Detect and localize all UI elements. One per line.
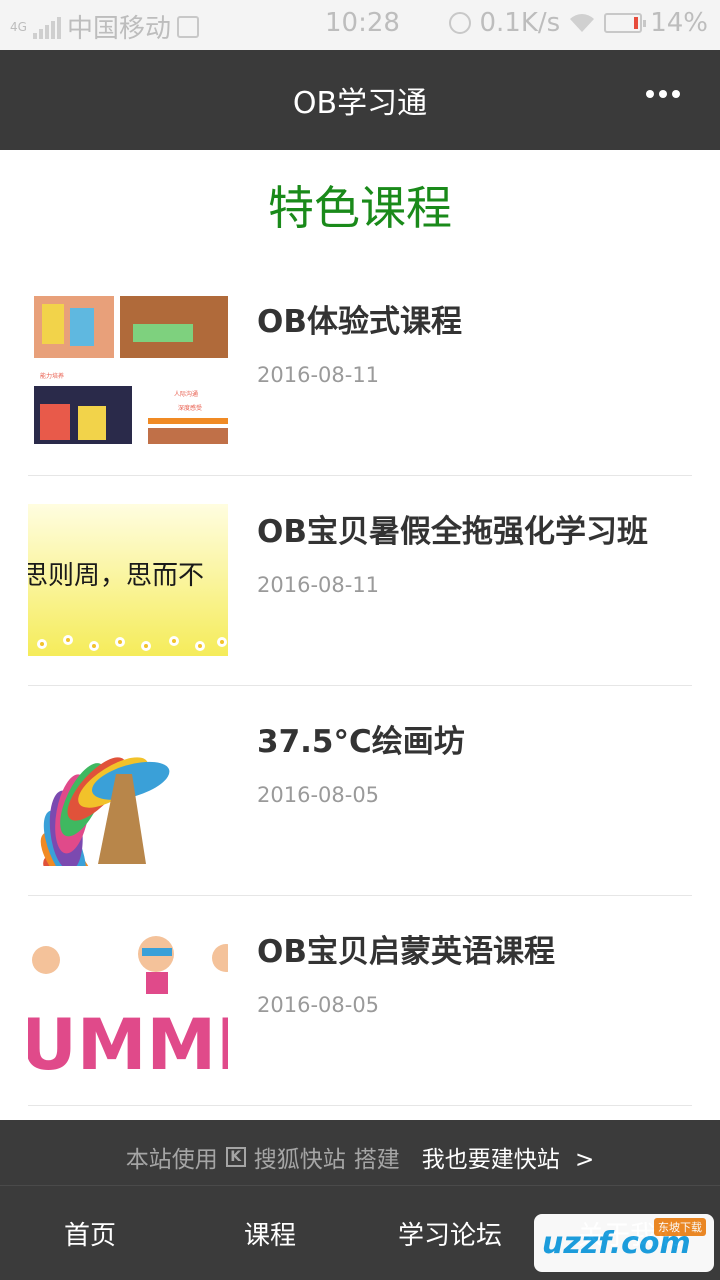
svg-text:UMME: UMME (28, 1004, 228, 1076)
app-title: OB学习通 (292, 86, 428, 121)
course-thumbnail: UMME (28, 924, 228, 1076)
course-thumbnail: 能力培养 人际沟通 深度感受 (28, 294, 228, 446)
signal-icon (32, 15, 61, 39)
carrier-label: 中国移动 (66, 14, 171, 44)
course-item[interactable]: 能力培养 人际沟通 深度感受 OB体验式课程 2016-08-11 (28, 266, 692, 476)
svg-text:能力培养: 能力培养 (40, 372, 64, 380)
app-header: OB学习通 (0, 50, 720, 150)
speed-label: 0.1K/s (479, 8, 561, 38)
kuaizhan-logo-icon: K (225, 1147, 246, 1167)
alarm-icon (449, 12, 472, 34)
course-date: 2016-08-11 (257, 573, 380, 597)
nav-home[interactable]: 首页 (0, 1186, 180, 1280)
build-site-link[interactable]: 我也要建快站 > (422, 1140, 595, 1174)
course-item[interactable]: UMME OB宝贝启蒙英语课程 2016-08-05 (28, 896, 692, 1106)
build-site-label: 我也要建快站 (421, 1147, 560, 1173)
chevron-right-icon: > (575, 1147, 595, 1173)
course-title: OB宝贝暑假全拖强化学习班 (257, 514, 648, 550)
status-left: 4G 中国移动 (10, 8, 199, 45)
course-title: 37.5°C绘画坊 (257, 724, 465, 760)
course-date: 2016-08-11 (257, 363, 380, 387)
watermark-badge: 东坡下载 (654, 1218, 706, 1236)
status-time: 10:28 (325, 8, 400, 38)
svg-text:思则周，思而不: 思则周，思而不 (28, 561, 204, 591)
footer: 本站使用 K 搜狐快站 搭建 我也要建快站 > 首页 课程 学习论坛 关于我们 … (0, 1120, 720, 1280)
svg-text:人际沟通: 人际沟通 (174, 390, 198, 398)
powered-suffix: 搭建 (353, 1147, 400, 1173)
course-title: OB宝贝启蒙英语课程 (257, 934, 555, 970)
wifi-icon (570, 14, 595, 32)
more-dots-icon[interactable] (646, 90, 680, 98)
watermark-logo: uzzf.com 东坡下载 (534, 1214, 714, 1272)
powered-prefix: 本站使用 (125, 1147, 218, 1173)
status-bar: 4G 中国移动 10:28 0.1K/s 14% (0, 0, 720, 50)
nav-courses[interactable]: 课程 (180, 1186, 360, 1280)
course-item[interactable]: 思则周，思而不 OB宝贝暑假全拖强化学习班 2016-08-11 (28, 476, 692, 686)
course-date: 2016-08-05 (257, 993, 380, 1017)
course-title: OB体验式课程 (257, 304, 462, 340)
status-right: 0.1K/s 14% (449, 8, 708, 38)
course-item[interactable]: 37.5°C绘画坊 2016-08-05 (28, 686, 692, 896)
powered-by-bar: 本站使用 K 搜狐快站 搭建 我也要建快站 > (0, 1134, 720, 1180)
svg-text:深度感受: 深度感受 (178, 404, 202, 412)
powered-brand: 搜狐快站 (253, 1147, 346, 1173)
nav-forum[interactable]: 学习论坛 (360, 1186, 540, 1280)
course-list: 能力培养 人际沟通 深度感受 OB体验式课程 2016-08-11 思则周，思而… (28, 266, 692, 1106)
course-date: 2016-08-05 (257, 783, 380, 807)
page-title: 特色课程 (268, 181, 452, 235)
battery-label: 14% (650, 8, 708, 38)
course-thumbnail: 思则周，思而不 (28, 504, 228, 656)
battery-icon (604, 13, 647, 33)
notification-icon (176, 15, 199, 38)
course-thumbnail (28, 714, 228, 866)
network-tag: 4G (10, 19, 27, 34)
